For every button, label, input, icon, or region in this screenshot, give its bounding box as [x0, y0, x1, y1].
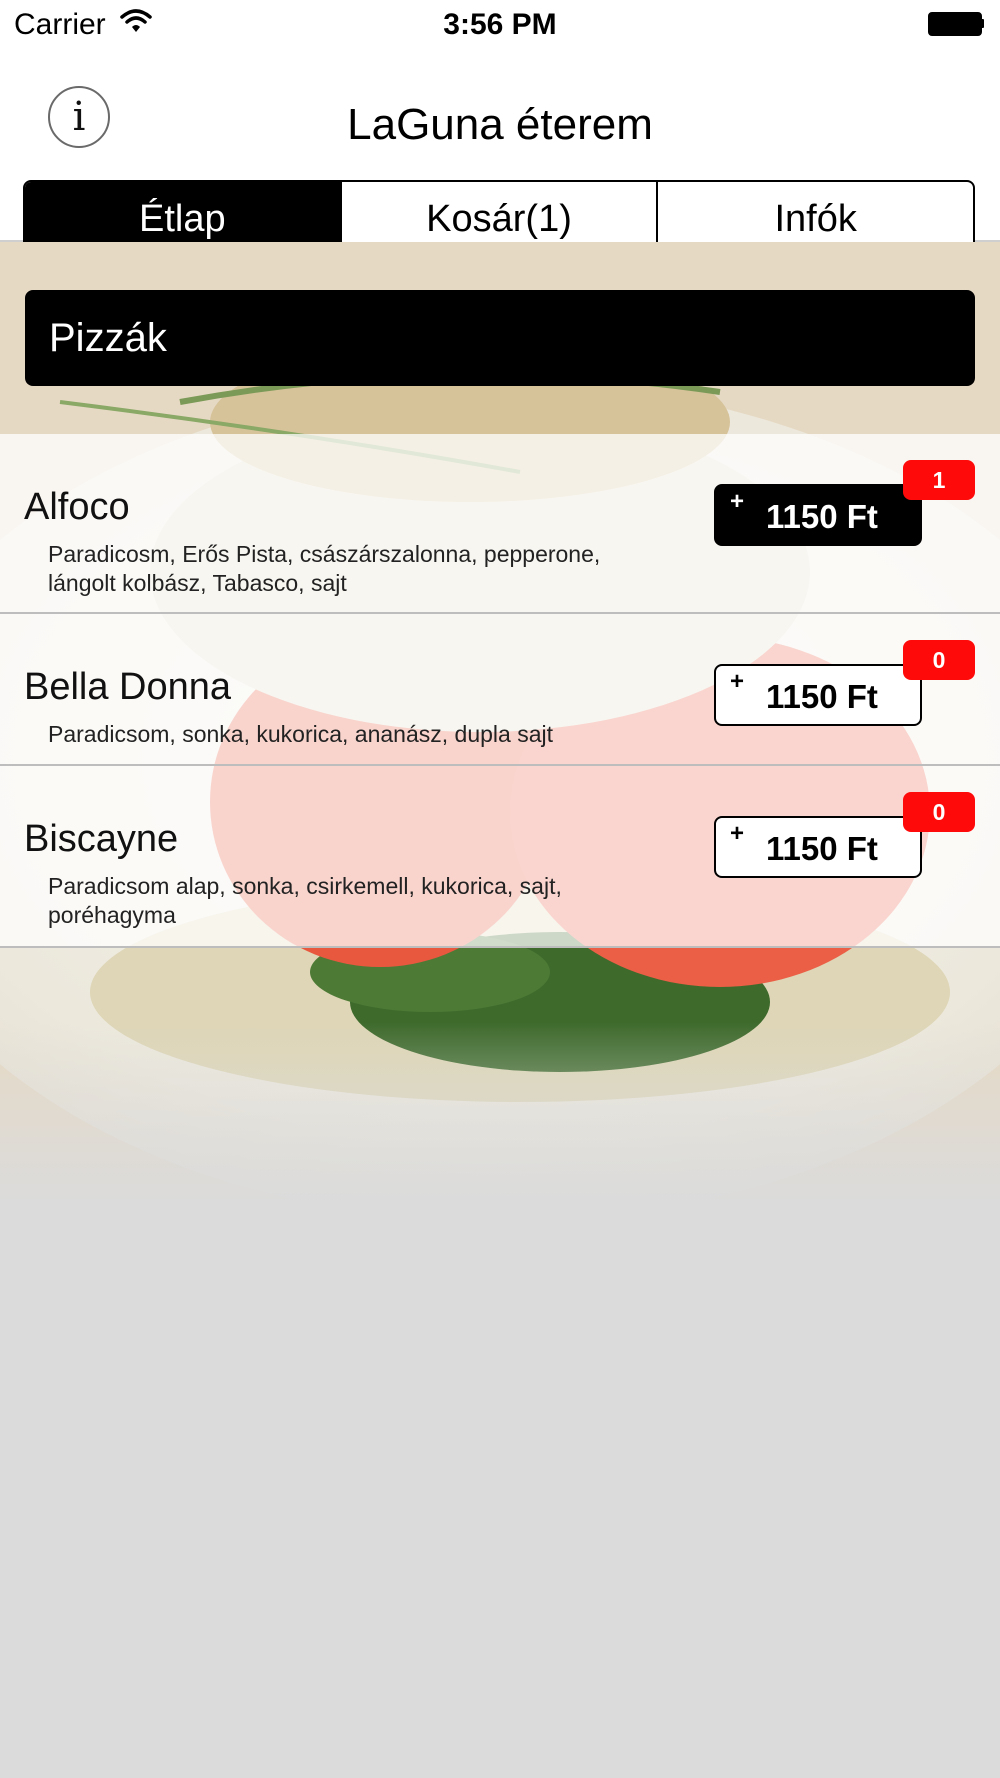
plus-icon: +	[730, 820, 745, 847]
plus-icon: +	[730, 488, 745, 515]
quantity-badge: 1	[903, 460, 975, 500]
add-to-cart-button-biscayne[interactable]: + 1150 Ft	[714, 816, 922, 878]
battery-icon	[928, 12, 984, 36]
item-name: Bella Donna	[24, 666, 232, 708]
item-price: 1150 Ft	[766, 830, 878, 867]
category-label: Pizzák	[49, 316, 167, 360]
quantity-badge: 0	[903, 792, 975, 832]
nav-header: i LaGuna éterem Étlap Kosár(1) Infók	[0, 48, 1000, 258]
add-to-cart-button-bella-donna[interactable]: + 1150 Ft	[714, 664, 922, 726]
item-price: 1150 Ft	[766, 498, 878, 535]
quantity-badge: 0	[903, 640, 975, 680]
plus-icon: +	[730, 668, 745, 695]
add-to-cart-button-alfoco[interactable]: + 1150 Ft	[714, 484, 922, 546]
item-description: Paradicosm, Erős Pista, császárszalonna,…	[48, 541, 601, 596]
item-description: Paradicsom alap, sonka, csirkemell, kuko…	[48, 873, 562, 928]
status-time: 3:56 PM	[443, 8, 557, 41]
menu-content[interactable]: Pizzák Alfoco Paradicosm, Erős Pista, cs…	[0, 242, 1000, 1200]
item-name: Biscayne	[24, 818, 179, 860]
item-price: 1150 Ft	[766, 678, 878, 715]
page-title: LaGuna éterem	[347, 100, 653, 149]
category-header[interactable]: Pizzák	[25, 290, 975, 386]
image-fade	[0, 1022, 1000, 1200]
item-description: Paradicsom, sonka, kukorica, ananász, du…	[48, 721, 553, 747]
item-name: Alfoco	[24, 486, 130, 528]
status-bar: Carrier 3:56 PM	[0, 0, 1000, 48]
